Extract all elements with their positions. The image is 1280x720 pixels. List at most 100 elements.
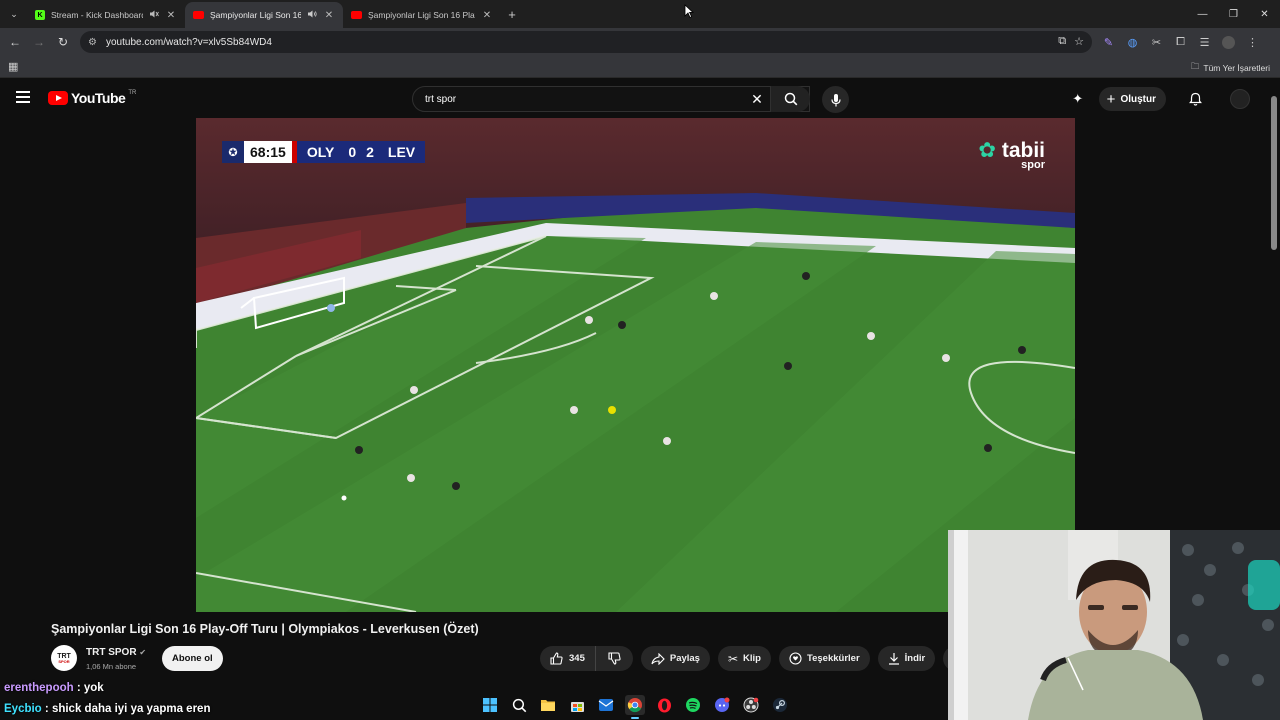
browser-toolbar: ← → ↻ ⚙ youtube.com/watch?v=xlv5Sb84WD4 … [0,28,1280,56]
close-window-icon[interactable]: ✕ [1249,0,1280,28]
tab-kick-dashboard[interactable]: K Stream - Kick Dashboard ✕ [27,2,185,28]
champions-league-logo-icon: ✪ [222,141,244,163]
create-button[interactable]: + Oluştur [1098,87,1166,111]
windows-taskbar [480,692,790,719]
like-button[interactable]: 345 [540,646,596,671]
voice-search-button[interactable] [822,86,849,113]
subscriber-count: 1,06 Mn abone [86,662,137,671]
download-button[interactable]: İndir [877,646,936,671]
new-tab-icon[interactable]: + [501,7,523,22]
tab-title: Stream - Kick Dashboard [51,10,143,20]
away-score: 2 [366,144,374,160]
share-button[interactable]: Paylaş [640,646,710,671]
like-count: 345 [569,653,585,664]
address-bar[interactable]: ⚙ youtube.com/watch?v=xlv5Sb84WD4 ⧉ ☆ [80,31,1092,53]
plus-icon: + [1106,90,1116,108]
video-actions: 345 Paylaş ✂ Klip Teşekkürler İndir ··· [540,646,969,671]
share-arrow-icon [651,652,665,665]
tab-title: Şampiyonlar Ligi Son 16 Play-O [368,10,475,20]
outlook-mail-icon[interactable] [596,695,616,715]
account-avatar[interactable] [1230,89,1250,109]
notifications-bell-icon[interactable] [1184,88,1206,110]
chrome-icon[interactable] [625,695,645,719]
youtube-favicon-icon [351,11,362,19]
search-button[interactable] [770,86,810,112]
minimize-icon[interactable]: — [1187,0,1218,28]
channel-avatar[interactable]: TRT SPOR [51,645,77,671]
folder-icon: 🗀 [1190,61,1200,71]
all-bookmarks-label: Tüm Yer İşaretleri [1203,63,1270,73]
apps-grid-icon[interactable]: ▦ [8,60,18,73]
football-pitch-scene [196,118,1075,612]
reload-icon[interactable]: ↻ [51,35,75,49]
tabii-flower-icon: ✿ [978,139,996,162]
bookmark-star-icon[interactable]: ☆ [1074,35,1084,48]
tab-youtube-active[interactable]: Şampiyonlar Ligi Son 16 Pl ✕ [185,2,343,28]
scissors-icon: ✂ [727,651,739,666]
chat-message: erenthepooh : yok [4,682,104,694]
region-code: TR [128,90,137,96]
home-score: 0 [348,144,357,160]
clear-search-icon[interactable]: ✕ [741,91,773,108]
browser-menu-icon[interactable]: ⋮ [1244,31,1261,53]
taskbar-search-icon[interactable] [509,695,529,715]
create-label: Oluştur [1120,93,1156,105]
chat-username: erenthepooh [4,682,74,694]
tab-youtube-second[interactable]: Şampiyonlar Ligi Son 16 Play-O ✕ [343,2,501,28]
search-input[interactable]: trt spor ✕ [412,86,810,112]
restore-icon[interactable]: ❐ [1218,0,1249,28]
subscribe-button[interactable]: Abone ol [162,646,223,671]
tab-title: Şampiyonlar Ligi Son 16 Pl [210,10,301,20]
create-sparkle-icon[interactable]: ✦ [1067,88,1089,110]
mouse-cursor-icon [684,4,694,18]
youtube-favicon-icon [193,11,204,19]
close-tab-icon[interactable]: ✕ [481,10,493,21]
site-info-icon[interactable]: ⚙ [88,37,104,48]
microphone-icon [830,93,841,106]
all-bookmarks-button[interactable]: 🗀 Tüm Yer İşaretleri [1191,61,1270,75]
url-text: youtube.com/watch?v=xlv5Sb84WD4 [106,36,272,48]
extension-tool-icon[interactable]: ✂ [1148,31,1165,53]
install-app-icon[interactable]: ⧉ [1058,35,1066,48]
close-tab-icon[interactable]: ✕ [323,10,335,21]
chat-text: : shick daha iyi ya yapma eren [44,703,211,715]
discord-icon[interactable] [712,695,732,715]
close-tab-icon[interactable]: ✕ [165,10,177,21]
channel-name[interactable]: TRT SPOR ✔ [86,647,146,658]
video-player[interactable]: ✪ 68:15 OLY 0 2 LEV ✿ tabii spor [196,118,1075,612]
chat-username: Eycbio [4,703,42,715]
back-icon[interactable]: ← [3,35,27,49]
profile-avatar-icon[interactable] [1220,31,1237,53]
window-controls: — ❐ ✕ [1187,0,1280,28]
steam-icon[interactable] [770,695,790,715]
microsoft-store-icon[interactable] [567,695,587,715]
muted-speaker-icon[interactable] [149,9,159,21]
forward-icon[interactable]: → [27,35,51,49]
extensions-puzzle-icon[interactable]: ⧠ [1172,31,1189,53]
opera-icon[interactable] [654,695,674,715]
speaker-icon[interactable] [307,9,317,21]
file-explorer-icon[interactable] [538,695,558,715]
tab-search-chevron-icon[interactable]: ⌄ [3,3,25,25]
hamburger-menu-icon[interactable] [16,91,30,103]
clip-button[interactable]: ✂ Klip [717,646,771,671]
windows-start-icon[interactable] [480,695,500,715]
video-title: Şampiyonlar Ligi Son 16 Play-Off Turu | … [51,622,479,636]
heart-dollar-icon [789,652,802,665]
thanks-button[interactable]: Teşekkürler [779,646,870,671]
extension-pen-icon[interactable]: ✎ [1100,31,1117,53]
reading-list-icon[interactable]: ☰ [1196,31,1213,53]
scoreboard: ✪ 68:15 OLY 0 2 LEV [222,141,426,163]
score-line: OLY 0 2 LEV [296,141,426,163]
broadcaster-logo: ✿ tabii spor [978,140,1045,171]
bookmarks-bar: ▦ 🗀 Tüm Yer İşaretleri [0,56,1280,78]
streamer-webcam-image [948,530,1280,720]
spotify-icon[interactable] [683,695,703,715]
download-icon [888,653,899,665]
extension-audio-icon[interactable]: ◍ [1124,31,1141,53]
match-clock: 68:15 [244,141,292,163]
youtube-logo[interactable]: YouTube TR [48,90,136,106]
dislike-button[interactable] [596,646,633,671]
page-scrollbar[interactable] [1271,96,1277,250]
obs-studio-icon[interactable] [741,695,761,715]
